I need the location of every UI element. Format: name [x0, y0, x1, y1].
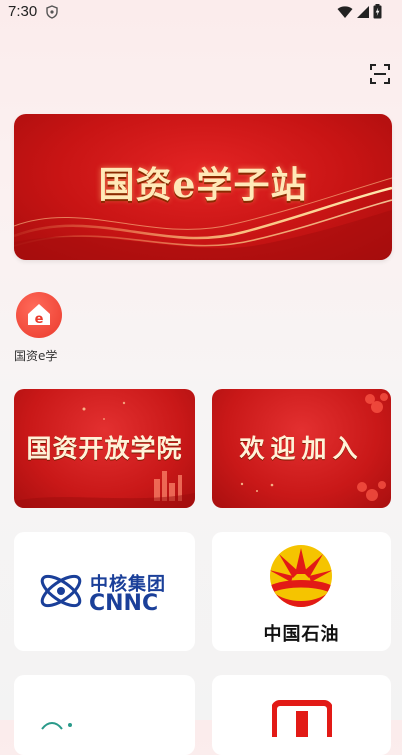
status-bar: 7:30	[0, 0, 402, 26]
card-petrochina[interactable]: 中国石油	[212, 532, 391, 651]
battery-icon	[373, 4, 382, 19]
card-welcome[interactable]: 欢迎加入	[212, 389, 391, 508]
card-open-academy[interactable]: 国资开放学院	[14, 389, 195, 508]
wifi-icon	[337, 5, 353, 18]
card-cnnc[interactable]: 中核集团 CNNC	[14, 532, 195, 651]
app-shortcut-guozi-exue[interactable]: e 国资e学	[14, 292, 64, 363]
app-label: 国资e学	[14, 349, 58, 363]
banner-title: 国资e学子站	[98, 164, 308, 206]
card-partner-4[interactable]	[212, 675, 391, 755]
petrochina-name-cn: 中国石油	[263, 624, 340, 645]
card-partner-3[interactable]	[14, 675, 195, 755]
partner-logo-partial-icon	[41, 722, 72, 730]
svg-text:e: e	[35, 312, 44, 327]
card-welcome-title: 欢迎加入	[239, 434, 364, 463]
shield-icon	[46, 5, 58, 19]
status-time: 7:30	[8, 3, 38, 20]
partner-red-logo-icon	[272, 700, 332, 737]
cellular-signal-icon	[357, 5, 369, 18]
cnnc-name-en: CNNC	[89, 591, 159, 616]
status-icons	[337, 4, 382, 19]
cnnc-atom-logo-icon	[40, 574, 82, 608]
hero-banner[interactable]: 国资e学子站	[14, 114, 392, 260]
home-e-icon: e	[16, 292, 62, 338]
petrochina-logo-icon	[270, 545, 332, 607]
card-academy-title: 国资开放学院	[26, 434, 183, 463]
scan-icon[interactable]	[369, 63, 391, 85]
